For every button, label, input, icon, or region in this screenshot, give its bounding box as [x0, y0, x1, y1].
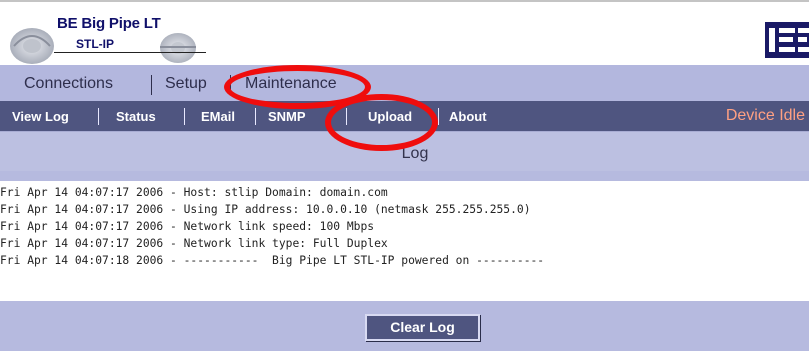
- product-underline: [54, 52, 206, 53]
- main-menu-bar: Connections Setup Maintenance: [0, 65, 809, 101]
- device-status-indicator: Device Idle: [725, 107, 805, 124]
- header-top-border: [0, 0, 809, 2]
- log-output: Fri Apr 14 04:07:17 2006 - Host: stlip D…: [0, 181, 809, 301]
- subnav-snmp[interactable]: SNMP: [268, 109, 306, 124]
- subnav-upload[interactable]: Upload: [368, 109, 412, 124]
- log-title-bar: Log: [0, 131, 809, 171]
- log-line: Fri Apr 14 04:07:17 2006 - Network link …: [0, 237, 388, 250]
- menu-item-connections[interactable]: Connections: [24, 75, 113, 93]
- subnav-separator: [184, 108, 185, 125]
- page-header: BE Big Pipe LT STL-IP: [0, 0, 809, 65]
- product-name: BE Big Pipe LT: [57, 15, 161, 32]
- brand-logo-icon: [765, 22, 809, 58]
- menu-item-setup[interactable]: Setup: [165, 75, 207, 93]
- log-panel: Log Fri Apr 14 04:07:17 2006 - Host: stl…: [0, 131, 809, 351]
- product-subtitle: STL-IP: [76, 37, 114, 51]
- subnav-view-log[interactable]: View Log: [12, 109, 69, 124]
- subnav-status[interactable]: Status: [116, 109, 156, 124]
- clear-log-button[interactable]: Clear Log: [365, 314, 480, 341]
- subnav-email[interactable]: EMail: [201, 109, 235, 124]
- subnav-separator: [346, 108, 347, 125]
- subnav-separator: [255, 108, 256, 125]
- subnav-about[interactable]: About: [449, 109, 487, 124]
- log-line: Fri Apr 14 04:07:18 2006 - ----------- B…: [0, 254, 545, 267]
- log-line: Fri Apr 14 04:07:17 2006 - Using IP addr…: [0, 203, 531, 216]
- log-line: Fri Apr 14 04:07:17 2006 - Network link …: [0, 220, 375, 233]
- menu-item-maintenance[interactable]: Maintenance: [245, 75, 337, 93]
- subnav-separator: [98, 108, 99, 125]
- log-line: Fri Apr 14 04:07:17 2006 - Host: stlip D…: [0, 186, 388, 199]
- maintenance-subnav: View Log Status EMail SNMP Upload About …: [0, 101, 809, 131]
- subnav-separator: [438, 108, 439, 125]
- menu-separator: [151, 75, 152, 95]
- log-title: Log: [401, 145, 429, 162]
- menu-separator: [230, 75, 231, 95]
